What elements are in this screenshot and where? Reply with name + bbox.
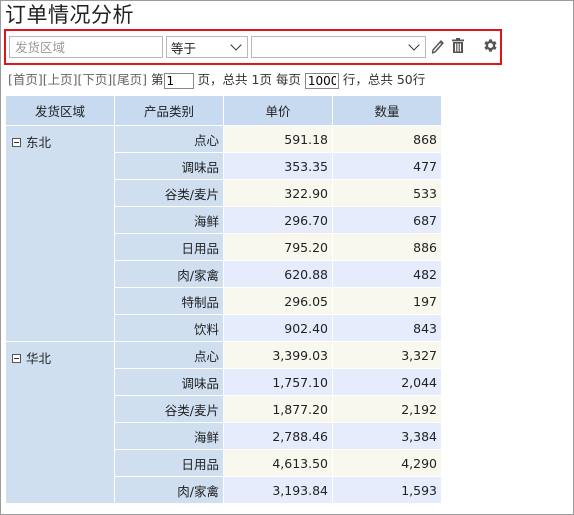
filter-field-input-wrap xyxy=(9,36,163,58)
category-cell: 海鲜 xyxy=(114,422,224,450)
trash-icon[interactable] xyxy=(450,37,466,59)
price-cell: 1,877.20 xyxy=(223,395,333,423)
price-cell: 3,399.03 xyxy=(223,341,333,369)
price-cell: 620.88 xyxy=(223,260,333,288)
category-cell: 日用品 xyxy=(114,233,224,261)
category-cell: 饮料 xyxy=(114,314,224,342)
header-region[interactable]: 发货区域 xyxy=(5,95,115,126)
price-cell: 4,613.50 xyxy=(223,449,333,477)
category-cell: 谷类/麦片 xyxy=(114,179,224,207)
page-title: 订单情况分析 xyxy=(5,3,134,27)
chevron-down-icon xyxy=(230,39,242,51)
price-cell: 795.20 xyxy=(223,233,333,261)
header-quantity[interactable]: 数量 xyxy=(332,95,442,126)
price-cell: 3,193.84 xyxy=(223,476,333,504)
category-cell: 点心 xyxy=(114,341,224,369)
pager-page-prefix: 第 xyxy=(147,72,164,87)
filter-field-input[interactable] xyxy=(10,37,162,57)
chevron-down-icon xyxy=(408,39,420,51)
quantity-cell: 3,327 xyxy=(332,341,442,369)
price-cell: 353.35 xyxy=(223,152,333,180)
region-cell: 华北 xyxy=(5,341,115,504)
per-page-input[interactable] xyxy=(304,72,339,89)
quantity-cell: 1,593 xyxy=(332,476,442,504)
region-label: 东北 xyxy=(26,135,52,150)
quantity-cell: 868 xyxy=(332,125,442,153)
quantity-cell: 2,192 xyxy=(332,395,442,423)
quantity-cell: 2,044 xyxy=(332,368,442,396)
data-table: 发货区域 产品类别 单价 数量 东北 点心 591.18 868 调味品 353… xyxy=(5,95,442,504)
category-cell: 调味品 xyxy=(114,152,224,180)
collapse-minus-icon[interactable] xyxy=(12,354,21,363)
gear-icon[interactable] xyxy=(482,37,499,58)
region-cell: 东北 xyxy=(5,125,115,342)
operator-select[interactable]: 等于 xyxy=(166,36,248,58)
table-row: 华北 点心 3,399.03 3,327 xyxy=(5,341,442,504)
pager: [首页][上页][下页][尾页] 第 页，总共 1页 每页 行，总共 50行 xyxy=(8,71,425,89)
pencil-icon[interactable] xyxy=(430,37,446,59)
pager-total-text: 行，总共 50行 xyxy=(338,72,426,87)
category-cell: 特制品 xyxy=(114,287,224,315)
quantity-cell: 477 xyxy=(332,152,442,180)
collapse-minus-icon[interactable] xyxy=(12,138,21,147)
region-label: 华北 xyxy=(26,351,52,366)
table-header-row: 发货区域 产品类别 单价 数量 xyxy=(5,95,442,126)
quantity-cell: 843 xyxy=(332,314,442,342)
quantity-cell: 197 xyxy=(332,287,442,315)
pager-last-link[interactable]: [尾页] xyxy=(112,72,147,87)
pager-next-link[interactable]: [下页] xyxy=(78,72,113,87)
operator-select-value: 等于 xyxy=(171,40,197,56)
filter-bar: 等于 xyxy=(4,29,502,65)
page-number-input[interactable] xyxy=(163,72,194,89)
category-cell: 谷类/麦片 xyxy=(114,395,224,423)
quantity-cell: 687 xyxy=(332,206,442,234)
pager-prev-link[interactable]: [上页] xyxy=(43,72,78,87)
price-cell: 322.90 xyxy=(223,179,333,207)
category-cell: 调味品 xyxy=(114,368,224,396)
price-cell: 591.18 xyxy=(223,125,333,153)
category-cell: 海鲜 xyxy=(114,206,224,234)
quantity-cell: 3,384 xyxy=(332,422,442,450)
price-cell: 296.05 xyxy=(223,287,333,315)
quantity-cell: 886 xyxy=(332,233,442,261)
table-row: 东北 点心 591.18 868 xyxy=(5,125,442,342)
category-cell: 肉/家禽 xyxy=(114,260,224,288)
pager-first-link[interactable]: [首页] xyxy=(8,72,43,87)
category-cell: 肉/家禽 xyxy=(114,476,224,504)
quantity-cell: 482 xyxy=(332,260,442,288)
pager-page-suffix: 页，总共 1页 每页 xyxy=(193,72,301,87)
value-select[interactable] xyxy=(251,36,426,58)
quantity-cell: 533 xyxy=(332,179,442,207)
header-category[interactable]: 产品类别 xyxy=(114,95,224,126)
quantity-cell: 4,290 xyxy=(332,449,442,477)
price-cell: 1,757.10 xyxy=(223,368,333,396)
category-cell: 日用品 xyxy=(114,449,224,477)
price-cell: 296.70 xyxy=(223,206,333,234)
price-cell: 902.40 xyxy=(223,314,333,342)
price-cell: 2,788.46 xyxy=(223,422,333,450)
category-cell: 点心 xyxy=(114,125,224,153)
header-price[interactable]: 单价 xyxy=(223,95,333,126)
report-window: 订单情况分析 等于 xyxy=(0,0,574,515)
